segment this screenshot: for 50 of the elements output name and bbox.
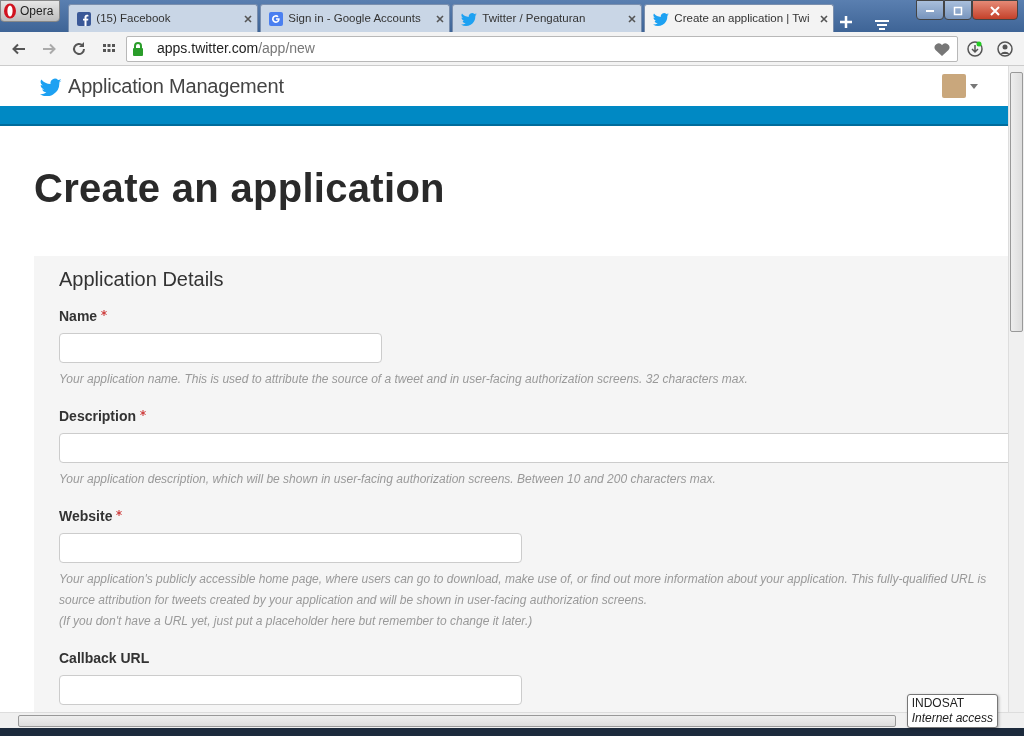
- section-title: Application Details: [59, 267, 225, 292]
- input-field[interactable]: [59, 675, 522, 705]
- scroll-thumb[interactable]: [18, 714, 896, 727]
- opera-logo-icon: [3, 3, 17, 19]
- close-icon[interactable]: [628, 14, 637, 23]
- close-icon: [990, 5, 1000, 16]
- avatar-placeholder: [942, 74, 966, 98]
- menu-icon[interactable]: [874, 18, 891, 32]
- minimize-icon: [926, 9, 934, 12]
- browser-tab[interactable]: Twitter / Pengaturan: [452, 4, 643, 32]
- field-label: Website: [59, 507, 113, 526]
- download-icon[interactable]: [967, 40, 983, 57]
- close-icon[interactable]: [244, 14, 253, 23]
- bird-icon: [40, 76, 62, 96]
- field-label: Description: [59, 407, 136, 426]
- input-field[interactable]: [59, 533, 522, 563]
- url-text: apps.twitter.com/app/new: [157, 39, 315, 58]
- field-label: Name: [59, 307, 98, 326]
- page-heading: Create an application: [34, 165, 446, 212]
- close-icon[interactable]: [820, 14, 829, 23]
- minimize-button[interactable]: [916, 0, 944, 20]
- browser-tab[interactable]: Sign in - Google Accounts: [260, 4, 451, 32]
- input-field[interactable]: [59, 333, 382, 363]
- caret-icon: [970, 83, 978, 89]
- profile-icon[interactable]: [997, 40, 1013, 57]
- maximize-icon: [953, 5, 963, 16]
- scroll-thumb[interactable]: [1010, 72, 1023, 332]
- menu-button[interactable]: Opera: [0, 0, 61, 22]
- reload-icon[interactable]: [71, 40, 87, 57]
- address-field[interactable]: apps.twitter.com/app/new: [126, 35, 958, 62]
- horizontal-scrollbar[interactable]: [0, 712, 1024, 728]
- help-text: Your application name. This is used to attribute the source of a tweet and in user-facing authorization screens. 32 characters max.: [59, 371, 749, 388]
- close-button[interactable]: [972, 0, 1018, 20]
- header-title: Application Management: [68, 74, 284, 99]
- input-field[interactable]: [59, 433, 1008, 463]
- help-text: Your application description, which will be shown in user-facing authorization screens. Between 10 and 200 characters max.: [59, 471, 717, 488]
- tooltip-subtitle: Internet access: [911, 711, 993, 726]
- facebook-icon: [77, 11, 92, 26]
- bird-icon: [653, 10, 670, 27]
- tooltip-title: INDOSAT: [911, 696, 965, 710]
- field-label: Callback URL: [59, 649, 150, 668]
- bird-icon: [461, 10, 478, 27]
- browser-tab[interactable]: (15) Facebook: [68, 4, 259, 32]
- browser-tab[interactable]: Create an application | Twi: [644, 4, 835, 32]
- google-icon: [269, 11, 284, 26]
- help-text: Your application's publicly accessible home page, where users can go to download, make use of, or find out more information about your application. This fully-qualified URL is source attribution for tweets created by your application and will be shown in user-facing authorization screens. (If you don't have a URL yet, just put a placeholder here but remember to change it later.): [59, 571, 988, 630]
- account-menu[interactable]: [942, 74, 978, 98]
- close-icon[interactable]: [436, 14, 445, 23]
- maximize-button[interactable]: [944, 0, 972, 20]
- vertical-scrollbar[interactable]: [1008, 66, 1024, 712]
